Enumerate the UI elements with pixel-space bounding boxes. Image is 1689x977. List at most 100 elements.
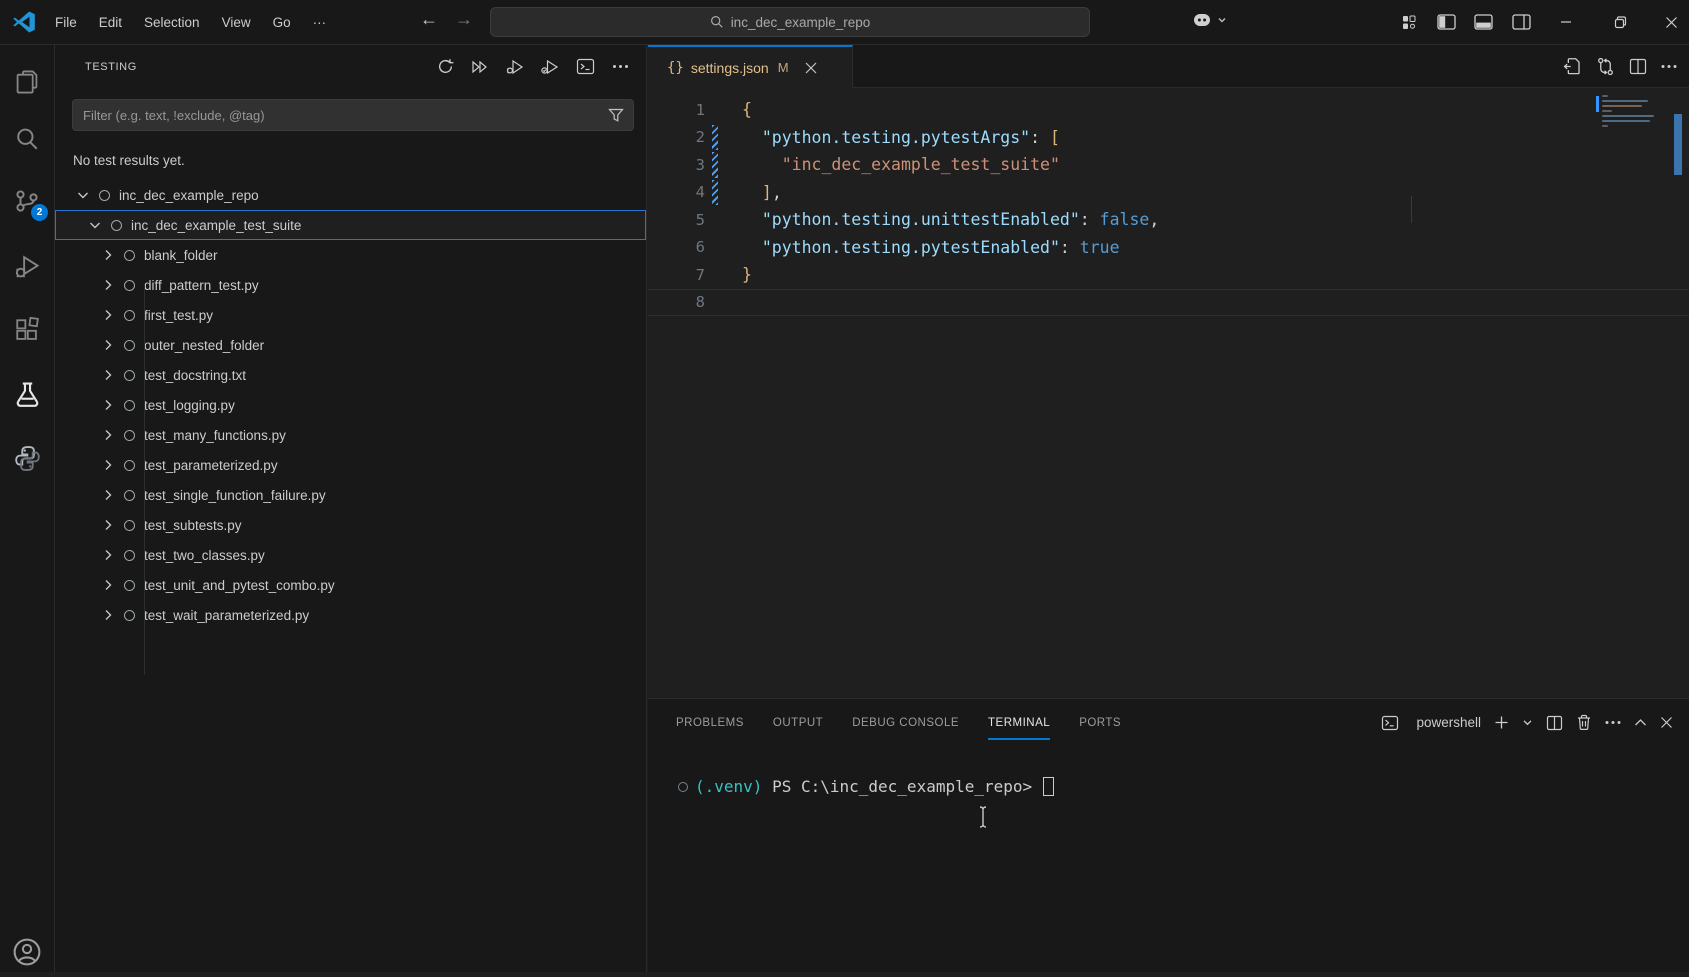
search-icon xyxy=(710,15,724,29)
powershell-terminal-icon xyxy=(1381,715,1399,731)
customize-layout-icon[interactable] xyxy=(1400,14,1418,31)
tab-settings-json[interactable]: {} settings.json M xyxy=(648,45,853,88)
toggle-primary-sidebar-icon[interactable] xyxy=(1437,14,1456,30)
search-sidebar-icon[interactable] xyxy=(0,114,54,164)
tree-item-inc_dec_example_repo[interactable]: inc_dec_example_repo xyxy=(55,180,646,210)
source-control-icon[interactable]: 2 xyxy=(0,176,54,226)
editor-more-actions-icon[interactable] xyxy=(1661,64,1677,69)
run-tests-with-coverage-icon[interactable] xyxy=(538,55,562,79)
test-state-circle-icon xyxy=(124,340,135,351)
kill-terminal-icon[interactable] xyxy=(1576,714,1592,731)
editor-actions xyxy=(1563,45,1677,88)
test-state-circle-icon xyxy=(124,430,135,441)
source-control-badge: 2 xyxy=(31,204,48,221)
panel-tab-bar: PROBLEMS OUTPUT DEBUG CONSOLE TERMINAL PORTS xyxy=(676,699,1150,746)
testing-icon[interactable] xyxy=(0,369,54,419)
code-line-8[interactable]: 8 xyxy=(648,289,1689,317)
tree-item-label: diff_pattern_test.py xyxy=(144,278,259,293)
code-editor[interactable]: 1{2 "python.testing.pytestArgs": [3 "inc… xyxy=(648,96,1689,316)
line-number: 6 xyxy=(648,238,705,256)
open-changes-icon[interactable] xyxy=(1563,57,1582,76)
account-icon[interactable] xyxy=(0,927,54,977)
menu-file[interactable]: File xyxy=(44,10,88,35)
command-center-search[interactable]: inc_dec_example_repo xyxy=(490,7,1090,37)
code-line-1[interactable]: 1{ xyxy=(648,96,1689,124)
tree-item-label: test_many_functions.py xyxy=(144,428,286,443)
tree-indent-guide xyxy=(144,285,145,675)
tree-item-blank_folder[interactable]: blank_folder xyxy=(55,240,646,270)
open-test-terminal-icon[interactable] xyxy=(573,55,597,79)
terminal-prompt-line[interactable]: (.venv) PS C:\inc_dec_example_repo> xyxy=(678,777,1054,796)
panel-tab-debug-console[interactable]: DEBUG CONSOLE xyxy=(852,699,959,746)
maximize-panel-icon[interactable] xyxy=(1634,718,1647,727)
terminal-launch-chevron-icon[interactable] xyxy=(1522,717,1533,728)
search-value: inc_dec_example_repo xyxy=(731,15,871,30)
split-editor-icon[interactable] xyxy=(1629,58,1647,75)
code-line-2[interactable]: 2 "python.testing.pytestArgs": [ xyxy=(648,124,1689,152)
sidebar-title: TESTING xyxy=(85,61,137,73)
forward-arrow-icon[interactable]: → xyxy=(455,9,473,30)
tree-item-label: inc_dec_example_test_suite xyxy=(131,218,301,233)
copilot-button[interactable] xyxy=(1192,12,1227,28)
close-panel-icon[interactable] xyxy=(1660,716,1673,729)
menu-edit[interactable]: Edit xyxy=(88,10,133,35)
tree-item-label: test_subtests.py xyxy=(144,518,242,533)
code-line-7[interactable]: 7} xyxy=(648,261,1689,289)
menu-[interactable]: ··· xyxy=(302,10,338,35)
code-line-3[interactable]: 3 "inc_dec_example_test_suite" xyxy=(648,151,1689,179)
panel-tab-problems[interactable]: PROBLEMS xyxy=(676,699,744,746)
code-line-5[interactable]: 5 "python.testing.unittestEnabled": fals… xyxy=(648,206,1689,234)
code-line-6[interactable]: 6 "python.testing.pytestEnabled": true xyxy=(648,234,1689,262)
test-state-circle-icon xyxy=(124,610,135,621)
chevron-collapsed-icon xyxy=(100,607,116,623)
new-terminal-icon[interactable] xyxy=(1494,715,1509,730)
window-restore-button[interactable] xyxy=(1602,0,1638,44)
python-icon[interactable] xyxy=(0,433,54,483)
debug-all-tests-icon[interactable] xyxy=(503,55,527,79)
tree-item-label: test_docstring.txt xyxy=(144,368,246,383)
run-and-debug-icon[interactable] xyxy=(0,241,54,291)
code-line-4[interactable]: 4 ], xyxy=(648,179,1689,207)
toggle-secondary-sidebar-icon[interactable] xyxy=(1512,14,1531,30)
panel-more-actions-icon[interactable] xyxy=(1605,720,1621,725)
window-close-button[interactable] xyxy=(1653,0,1689,44)
sidebar-more-actions-icon[interactable] xyxy=(608,55,632,79)
menu-go[interactable]: Go xyxy=(262,10,302,35)
tab-close-icon[interactable] xyxy=(804,61,818,75)
tree-item-label: test_two_classes.py xyxy=(144,548,265,563)
extensions-icon[interactable] xyxy=(0,305,54,355)
panel-tab-terminal[interactable]: TERMINAL xyxy=(988,699,1050,746)
scrollbar-decoration[interactable] xyxy=(1674,114,1682,175)
split-terminal-icon[interactable] xyxy=(1546,715,1563,731)
panel-tab-output[interactable]: OUTPUT xyxy=(773,699,823,746)
back-arrow-icon[interactable]: ← xyxy=(420,9,438,30)
code-text: } xyxy=(742,265,752,284)
editor-tab-bar: {} settings.json M xyxy=(648,45,1689,88)
menu-view[interactable]: View xyxy=(211,10,262,35)
chevron-collapsed-icon xyxy=(100,517,116,533)
run-all-tests-icon[interactable] xyxy=(468,55,492,79)
window-minimize-button[interactable] xyxy=(1548,0,1584,44)
filter-funnel-icon[interactable] xyxy=(608,107,624,123)
mouse-ibeam-cursor xyxy=(976,805,990,829)
chevron-collapsed-icon xyxy=(100,547,116,563)
title-bar: FileEditSelectionViewGo··· ← → inc_dec_e… xyxy=(0,0,1689,45)
terminal-shell-label[interactable]: powershell xyxy=(1416,715,1481,730)
code-text: "python.testing.unittestEnabled": false, xyxy=(742,210,1159,229)
compare-changes-icon[interactable] xyxy=(1596,57,1615,76)
testing-sidebar: TESTING xyxy=(55,45,647,972)
menu-selection[interactable]: Selection xyxy=(133,10,211,35)
chevron-expanded-icon xyxy=(75,187,91,203)
panel-tab-ports[interactable]: PORTS xyxy=(1079,699,1121,746)
test-state-circle-icon xyxy=(124,280,135,291)
git-modified-badge: M xyxy=(778,60,789,75)
toggle-panel-icon[interactable] xyxy=(1474,14,1493,30)
editor-indent-guide xyxy=(1411,196,1412,223)
test-filter-input[interactable] xyxy=(73,108,608,123)
explorer-icon[interactable] xyxy=(0,57,54,107)
chevron-collapsed-icon xyxy=(100,397,116,413)
minimap[interactable] xyxy=(1596,92,1674,127)
code-text: "inc_dec_example_test_suite" xyxy=(742,155,1060,174)
refresh-tests-icon[interactable] xyxy=(433,55,457,79)
tree-item-inc_dec_example_test_suite[interactable]: inc_dec_example_test_suite xyxy=(55,210,646,240)
